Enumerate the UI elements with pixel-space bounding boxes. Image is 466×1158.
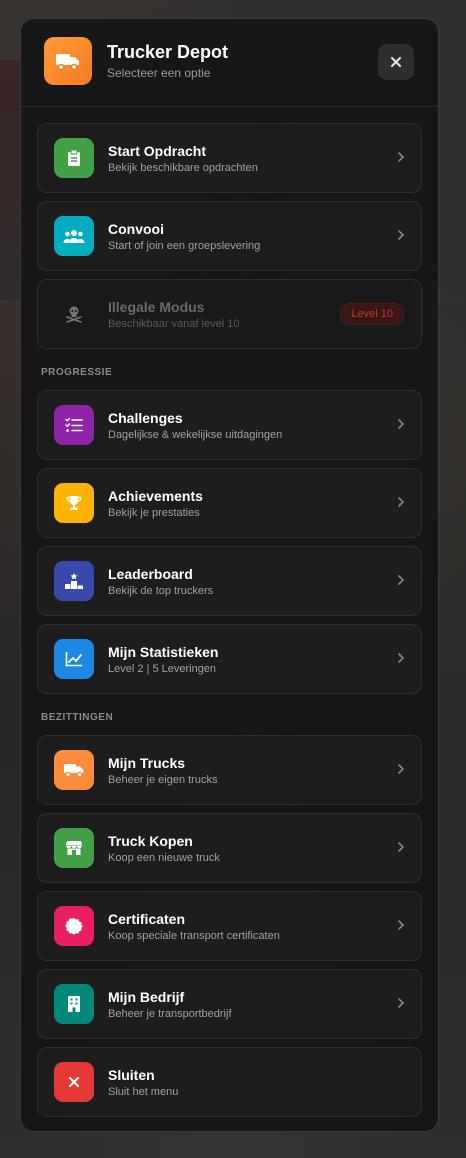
- menu-item-certificaten[interactable]: Certificaten Koop speciale transport cer…: [37, 891, 422, 961]
- close-icon: [390, 56, 402, 68]
- menu-item-leaderboard[interactable]: Leaderboard Bekijk de top truckers: [37, 546, 422, 616]
- clipboard-icon: [54, 138, 94, 178]
- item-title: Mijn Statistieken: [108, 643, 219, 660]
- menu-item-truck-kopen[interactable]: Truck Kopen Koop een nieuwe truck: [37, 813, 422, 883]
- item-title: Start Opdracht: [108, 142, 207, 159]
- close-button[interactable]: [378, 44, 414, 80]
- section-header-progressie: PROGRESSIE: [41, 367, 113, 378]
- chevron-right-icon: [398, 575, 405, 585]
- store-icon: [54, 828, 94, 868]
- level-badge: Level 10: [340, 303, 404, 325]
- chevron-right-icon: [398, 152, 405, 162]
- item-subtitle: Koop speciale transport certificaten: [108, 929, 280, 942]
- menu-item-achievements[interactable]: Achievements Bekijk je prestaties: [37, 468, 422, 538]
- truck-icon: [44, 37, 92, 85]
- item-subtitle: Dagelijkse & wekelijkse uitdagingen: [108, 428, 283, 441]
- item-subtitle: Beheer je eigen trucks: [108, 773, 218, 786]
- menu-item-mijn-statistieken[interactable]: Mijn Statistieken Level 2 | 5 Leveringen: [37, 624, 422, 694]
- item-title: Leaderboard: [108, 565, 193, 582]
- item-subtitle: Beheer je transportbedrijf: [108, 1007, 232, 1020]
- chevron-right-icon: [398, 998, 405, 1008]
- menu-item-mijn-bedrijf[interactable]: Mijn Bedrijf Beheer je transportbedrijf: [37, 969, 422, 1039]
- item-title: Achievements: [108, 487, 203, 504]
- chevron-right-icon: [398, 419, 405, 429]
- item-subtitle: Bekijk beschikbare opdrachten: [108, 161, 258, 174]
- menu-item-challenges[interactable]: Challenges Dagelijkse & wekelijkse uitda…: [37, 390, 422, 460]
- item-title: Mijn Bedrijf: [108, 988, 185, 1005]
- chevron-right-icon: [398, 230, 405, 240]
- item-subtitle: Sluit het menu: [108, 1085, 179, 1098]
- page-title: Trucker Depot: [107, 42, 229, 62]
- truck-icon: [54, 750, 94, 790]
- item-title: Truck Kopen: [108, 832, 193, 849]
- menu-item-illegale-modus: Illegale Modus Beschikbaar vanaf level 1…: [37, 279, 422, 349]
- item-title: Certificaten: [108, 910, 186, 927]
- chevron-right-icon: [398, 653, 405, 663]
- item-subtitle: Start of join een groepslevering: [108, 239, 261, 252]
- page-subtitle: Selecteer een optie: [107, 66, 211, 80]
- item-subtitle: Bekijk je prestaties: [108, 506, 200, 519]
- item-title: Challenges: [108, 409, 183, 426]
- background-detail: [0, 60, 20, 300]
- menu-item-convooi[interactable]: Convooi Start of join een groepslevering: [37, 201, 422, 271]
- building-icon: [54, 984, 94, 1024]
- item-title: Convooi: [108, 220, 164, 237]
- item-subtitle: Bekijk de top truckers: [108, 584, 214, 597]
- checklist-icon: [54, 405, 94, 445]
- trophy-icon: [54, 483, 94, 523]
- skull-icon: [54, 294, 94, 334]
- group-icon: [54, 216, 94, 256]
- chevron-right-icon: [398, 920, 405, 930]
- chevron-right-icon: [398, 497, 405, 507]
- certificate-icon: [54, 906, 94, 946]
- menu-item-start-opdracht[interactable]: Start Opdracht Bekijk beschikbare opdrac…: [37, 123, 422, 193]
- menu-header: Trucker Depot Selecteer een optie: [21, 19, 438, 107]
- menu-panel: Trucker Depot Selecteer een optie Start …: [20, 18, 439, 1132]
- section-header-bezittingen: BEZITTINGEN: [41, 712, 114, 723]
- menu-item-sluiten[interactable]: Sluiten Sluit het menu: [37, 1047, 422, 1117]
- item-title: Mijn Trucks: [108, 754, 186, 771]
- close-icon: [54, 1062, 94, 1102]
- item-title: Sluiten: [108, 1066, 155, 1083]
- menu-list: Start Opdracht Bekijk beschikbare opdrac…: [21, 107, 438, 1117]
- menu-item-mijn-trucks[interactable]: Mijn Trucks Beheer je eigen trucks: [37, 735, 422, 805]
- chevron-right-icon: [398, 764, 405, 774]
- chevron-right-icon: [398, 842, 405, 852]
- item-subtitle: Level 2 | 5 Leveringen: [108, 662, 217, 675]
- chart-icon: [54, 639, 94, 679]
- item-subtitle: Koop een nieuwe truck: [108, 851, 220, 864]
- podium-icon: [54, 561, 94, 601]
